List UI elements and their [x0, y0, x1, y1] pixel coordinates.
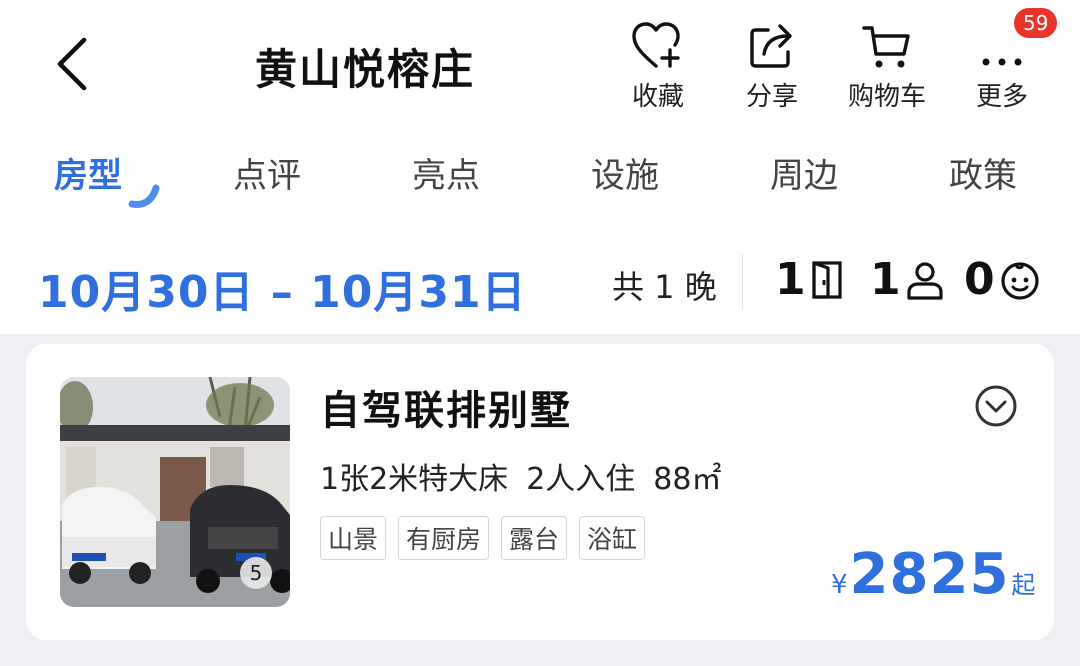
top-bar: 黄山悦榕庄 收藏 分享 购物车 更多 59	[0, 0, 1080, 130]
favorite-button[interactable]: 收藏	[608, 18, 708, 113]
tag-kitchen: 有厨房	[398, 516, 490, 560]
rooms-selector[interactable]: 1	[775, 254, 844, 305]
door-icon	[812, 260, 842, 299]
bed-info: 1张2米特大床	[320, 462, 509, 497]
tab-policies[interactable]: 政策	[949, 148, 1017, 197]
children-count: 0	[964, 254, 995, 305]
more-icon	[982, 58, 1022, 66]
room-card[interactable]: 5 自驾联排别墅 1张2米特大床 2人入住 88㎡ 山景 有厨房 露台 浴缸 ¥ 2…	[26, 344, 1054, 640]
page-title: 黄山悦榕庄	[255, 45, 476, 94]
tab-highlights[interactable]: 亮点	[412, 148, 480, 197]
room-tags: 山景 有厨房 露台 浴缸	[320, 516, 657, 560]
chevron-down-circle-icon	[975, 385, 1017, 427]
tab-reviews[interactable]: 点评	[233, 148, 301, 197]
booking-bar: 10月30日 – 10月31日 共 1 晚 1 1 0	[0, 240, 1080, 330]
price-currency: ¥	[831, 570, 848, 600]
adults-selector[interactable]: 1	[870, 254, 945, 305]
child-face-icon	[1001, 261, 1039, 300]
occupancy-info: 2人入住	[526, 462, 636, 497]
date-range[interactable]: 10月30日 – 10月31日	[38, 256, 527, 320]
cart-icon	[862, 26, 910, 68]
room-photo[interactable]: 5	[60, 377, 290, 607]
area-info: 88㎡	[653, 462, 722, 497]
share-button[interactable]: 分享	[722, 18, 822, 113]
share-icon	[750, 24, 792, 68]
chevron-left-icon	[57, 37, 87, 91]
person-icon	[907, 261, 943, 300]
more-label: 更多	[975, 82, 1028, 112]
cart-button[interactable]: 购物车	[837, 18, 937, 113]
cart-label: 购物车	[847, 82, 926, 112]
tab-room-types[interactable]: 房型	[54, 148, 122, 197]
price: ¥ 2825 起	[831, 542, 1035, 607]
active-tab-indicator	[128, 184, 160, 208]
favorite-label: 收藏	[631, 82, 684, 112]
tag-mountain-view: 山景	[320, 516, 387, 560]
tag-terrace: 露台	[501, 516, 568, 560]
tab-nearby[interactable]: 周边	[770, 148, 838, 197]
expand-button[interactable]	[974, 384, 1018, 432]
rooms-count: 1	[775, 254, 806, 305]
adults-count: 1	[870, 254, 901, 305]
notification-badge: 59	[1012, 6, 1060, 40]
room-name: 自驾联排别墅	[320, 388, 572, 434]
price-amount: 2825	[849, 542, 1010, 607]
back-button[interactable]	[48, 36, 98, 92]
room-details: 1张2米特大床 2人入住 88㎡	[320, 454, 739, 498]
nights-count: 共 1 晚	[612, 268, 717, 306]
divider	[742, 254, 743, 310]
photo-count-badge: 5	[240, 557, 272, 589]
heart-plus-icon	[632, 22, 680, 68]
tag-bathtub: 浴缸	[579, 516, 646, 560]
share-label: 分享	[745, 82, 798, 112]
price-suffix: 起	[1011, 571, 1036, 599]
tab-facilities[interactable]: 设施	[591, 148, 659, 197]
children-selector[interactable]: 0	[964, 254, 1041, 305]
